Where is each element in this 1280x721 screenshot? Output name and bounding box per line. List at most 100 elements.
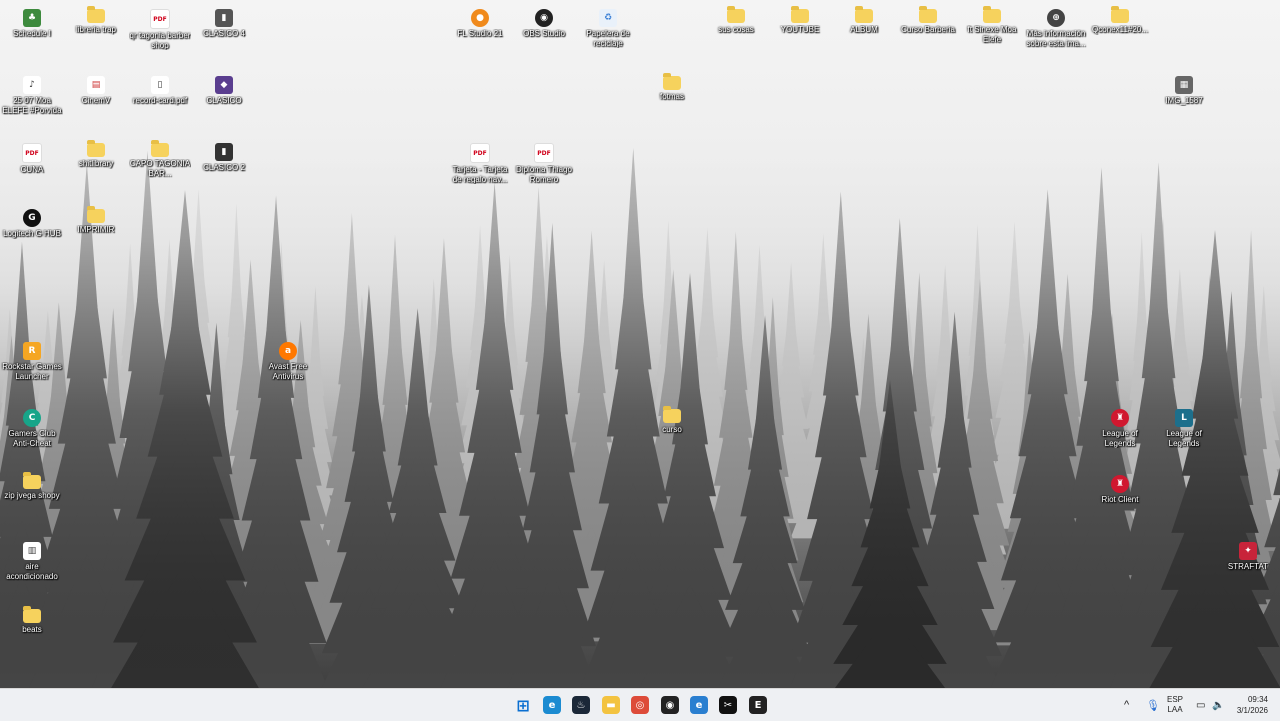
desktop-icon-label: CLASICO: [193, 96, 255, 106]
img-1587-icon: ▦: [1175, 76, 1193, 94]
language-code: ESP: [1167, 695, 1183, 705]
desktop-icon-img-1587[interactable]: ▦ IMG_1587: [1153, 72, 1215, 106]
desktop[interactable]: ♣ Schedule Ilibreria trapPDFqr tagonia ba…: [0, 0, 1280, 688]
desktop-icon-label: Papelera de reciclaje: [577, 29, 639, 48]
folder-icon: [663, 409, 681, 423]
clock-date: 3/1/2026: [1237, 705, 1268, 716]
volume-icon[interactable]: 🔈: [1212, 689, 1224, 721]
desktop-icon-label: shitlibrary: [65, 159, 127, 169]
tray-overflow-chevron[interactable]: ^: [1124, 689, 1129, 721]
desktop-icon-recycle-bin[interactable]: ♻ Papelera de reciclaje: [577, 5, 639, 48]
clock-time: 09:34: [1237, 694, 1268, 705]
start-icon[interactable]: ⊞: [514, 696, 532, 714]
mas-info-icon: ⊕: [1047, 9, 1065, 27]
desktop-icon-cinemv[interactable]: ▤CinemV: [65, 72, 127, 106]
desktop-icon-label: IMPRIMIR: [65, 225, 127, 235]
desktop-icon-schedule[interactable]: ♣ Schedule I: [1, 5, 63, 39]
clasico-4-icon: ▮: [215, 9, 233, 27]
desktop-icon-youtube[interactable]: YOUTUBE: [769, 5, 831, 35]
lol-2-icon: L: [1175, 409, 1193, 427]
rockstar-icon: R: [23, 342, 41, 360]
desktop-icon-riot-client[interactable]: ♜Riot Client: [1089, 471, 1151, 505]
steam-icon[interactable]: ♨: [572, 696, 590, 714]
desktop-icon-diploma[interactable]: PDFDiploma Thiago Romero: [513, 139, 575, 184]
desktop-icon-label: sus cosas: [705, 25, 767, 35]
desktop-icon-label: Gamers Club Anti-Cheat: [1, 429, 63, 448]
desktop-icon-fotmas[interactable]: fotmas: [641, 72, 703, 102]
desktop-icon-label: Qconex11#20...: [1089, 25, 1151, 35]
folder-icon: [23, 475, 41, 489]
desktop-icon-audio-file[interactable]: ♪ 25 07 Moa ELEFE #Porvida: [1, 72, 63, 115]
folder-icon: [151, 143, 169, 157]
desktop-icon-label: record-card.pdf: [129, 96, 191, 106]
edge-dev-icon[interactable]: e: [690, 696, 708, 714]
desktop-icon-label: CLASICO 2: [193, 163, 255, 173]
folder-icon: [727, 9, 745, 23]
capcut-icon[interactable]: ✂: [719, 696, 737, 714]
desktop-icon-fl-studio[interactable]: ●FL Studio 21: [449, 5, 511, 39]
desktop-icon-clasico-2[interactable]: ▮CLASICO 2: [193, 139, 255, 173]
desktop-icon-sus-cosas[interactable]: sus cosas: [705, 5, 767, 35]
desktop-icon-carpeta-tagonia[interactable]: CAPO TAGONIA BAR...: [129, 139, 191, 178]
desktop-icon-curso[interactable]: curso: [641, 405, 703, 435]
desktop-icon-obs-studio[interactable]: ◉OBS Studio: [513, 5, 575, 39]
desktop-icon-label: Más información sobre esta ima...: [1025, 29, 1087, 48]
desktop-icon-qr-barber[interactable]: PDFqr tagonia barber shop: [129, 5, 191, 50]
desktop-icon-beats[interactable]: beats: [1, 605, 63, 635]
pdf-file-icon: PDF: [534, 143, 554, 163]
recycle-bin-icon: ♻: [599, 9, 617, 27]
desktop-icon-label: aire acondicionado: [1, 562, 63, 581]
desktop-icon-label: OBS Studio: [513, 29, 575, 39]
obs-icon[interactable]: ◉: [661, 696, 679, 714]
desktop-icon-clasico[interactable]: ◆CLASICO: [193, 72, 255, 106]
desktop-icon-clasico-4[interactable]: ▮CLASICO 4: [193, 5, 255, 39]
desktop-icon-lol-1[interactable]: ♜League of Legends: [1089, 405, 1151, 448]
desktop-icon-imprimir[interactable]: IMPRIMIR: [65, 205, 127, 235]
desktop-icon-libreria-trap[interactable]: libreria trap: [65, 5, 127, 35]
folder-icon: [23, 609, 41, 623]
audio-file-icon: ♪: [23, 76, 41, 94]
network-icon[interactable]: ▭: [1196, 689, 1205, 721]
microphone-icon[interactable]: 🎙: [1146, 689, 1160, 721]
desktop-icon-aire[interactable]: ▥aire acondicionado: [1, 538, 63, 581]
desktop-icon-album[interactable]: ALBUM: [833, 5, 895, 35]
epic-games-icon[interactable]: E: [749, 696, 767, 714]
chrome-icon[interactable]: ◎: [631, 696, 649, 714]
desktop-icon-straftat[interactable]: ✦STRAFTAT: [1217, 538, 1279, 572]
clock[interactable]: 09:34 3/1/2026: [1237, 694, 1268, 716]
file-explorer-icon[interactable]: ▬: [602, 696, 620, 714]
desktop-icon-logitech[interactable]: GLogitech G HUB: [1, 205, 63, 239]
pdf-file-icon: PDF: [470, 143, 490, 163]
schedule-icon: ♣: [23, 9, 41, 27]
chevron-up-icon[interactable]: ^: [1124, 699, 1129, 711]
desktop-icon-curso-barberia[interactable]: Curso Barberia: [897, 5, 959, 35]
desktop-icon-cuna[interactable]: PDFCUNA: [1, 139, 63, 175]
desktop-icon-label: Avast Free Antivirus: [257, 362, 319, 381]
desktop-icon-label: YOUTUBE: [769, 25, 831, 35]
desktop-icon-label: Schedule I: [1, 29, 63, 39]
input-language-indicator[interactable]: ESP LAA: [1167, 689, 1183, 721]
folder-icon: [983, 9, 1001, 23]
taskbar: ⊞ e ♨ ▬ ◎ ◉ e ✂ E ^ 🎙 ESP LAA ▭ 🔈 09:34 3/1/2026: [0, 688, 1280, 721]
desktop-icon-qconex[interactable]: Qconex11#20...: [1089, 5, 1151, 35]
desktop-icon-ft-sinexe[interactable]: ft Sinexe Moa Elefe: [961, 5, 1023, 44]
desktop-icon-record-card[interactable]: ▯record-card.pdf: [129, 72, 191, 106]
folder-icon: [87, 143, 105, 157]
desktop-icon-label: 25 07 Moa ELEFE #Porvida: [1, 96, 63, 115]
folder-icon: [855, 9, 873, 23]
desktop-icon-label: Curso Barberia: [897, 25, 959, 35]
desktop-icon-shitlibrary[interactable]: shitlibrary: [65, 139, 127, 169]
desktop-icon-label: beats: [1, 625, 63, 635]
desktop-icon-zip-vega[interactable]: zip jvega shopy: [1, 471, 63, 501]
desktop-icon-lol-2[interactable]: LLeague of Legends: [1153, 405, 1215, 448]
desktop-icon-avast[interactable]: aAvast Free Antivirus: [257, 338, 319, 381]
desktop-icon-tarjeta-regalo[interactable]: PDFTarjeta - Tarjeta de regalo nav...: [449, 139, 511, 184]
desktop-icon-label: IMG_1587: [1153, 96, 1215, 106]
pdf-file-icon: PDF: [150, 9, 170, 29]
folder-icon: [791, 9, 809, 23]
desktop-icon-mas-info[interactable]: ⊕ Más información sobre esta ima...: [1025, 5, 1087, 48]
desktop-icon-label: curso: [641, 425, 703, 435]
desktop-icon-rockstar[interactable]: RRockstar Games Launcher: [1, 338, 63, 381]
desktop-icon-gamers-club[interactable]: CGamers Club Anti-Cheat: [1, 405, 63, 448]
edge-icon[interactable]: e: [543, 696, 561, 714]
